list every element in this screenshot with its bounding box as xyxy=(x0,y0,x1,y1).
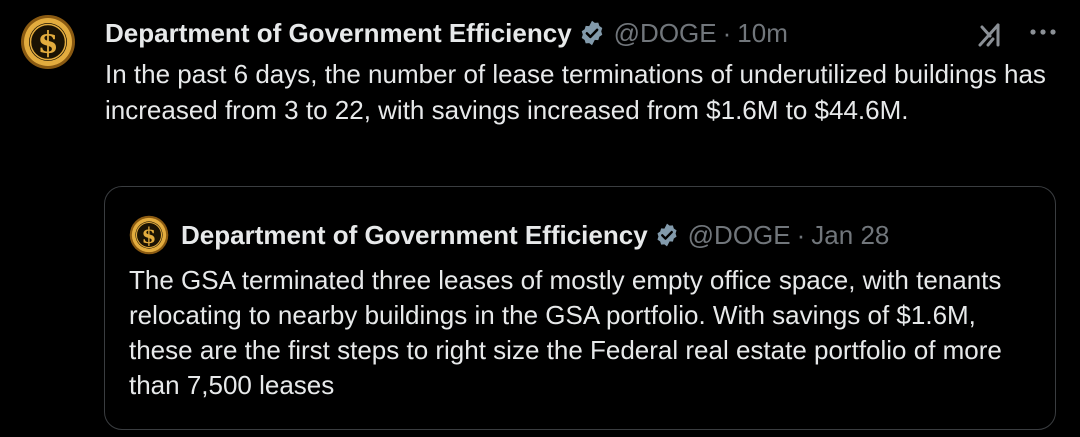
tweet-text: In the past 6 days, the number of lease … xyxy=(105,59,1046,125)
author-handle[interactable]: @DOGE xyxy=(614,18,717,49)
tweet[interactable]: $ Department of Government Efficiency @D… xyxy=(0,0,1080,437)
quoted-author-handle: @DOGE xyxy=(687,219,791,250)
timestamp[interactable]: 10m xyxy=(737,18,788,49)
grok-icon[interactable] xyxy=(976,18,1006,48)
svg-text:$: $ xyxy=(38,26,59,61)
quoted-author-name: Department of Government Efficiency xyxy=(181,219,648,250)
verified-badge-icon xyxy=(654,222,680,248)
dollar-coin-icon: $ xyxy=(21,15,75,69)
quoted-tweet-text: The GSA terminated three leases of mostl… xyxy=(129,265,1002,400)
avatar[interactable]: $ xyxy=(20,14,76,70)
quoted-timestamp: Jan 28 xyxy=(811,219,890,250)
tweet-header: Department of Government Efficiency @DOG… xyxy=(105,14,788,52)
more-options-icon[interactable] xyxy=(1027,20,1059,44)
svg-text:$: $ xyxy=(142,224,157,249)
separator: · xyxy=(796,219,806,250)
author-name[interactable]: Department of Government Efficiency xyxy=(105,18,572,49)
quoted-avatar[interactable]: $ xyxy=(129,215,169,255)
quoted-tweet[interactable]: $ Department of Government Efficiency @D… xyxy=(104,186,1056,430)
quoted-tweet-header: Department of Government Efficiency @DOG… xyxy=(181,215,889,255)
dollar-coin-icon: $ xyxy=(129,215,169,255)
verified-badge-icon[interactable] xyxy=(578,19,606,47)
separator: · xyxy=(722,17,732,48)
